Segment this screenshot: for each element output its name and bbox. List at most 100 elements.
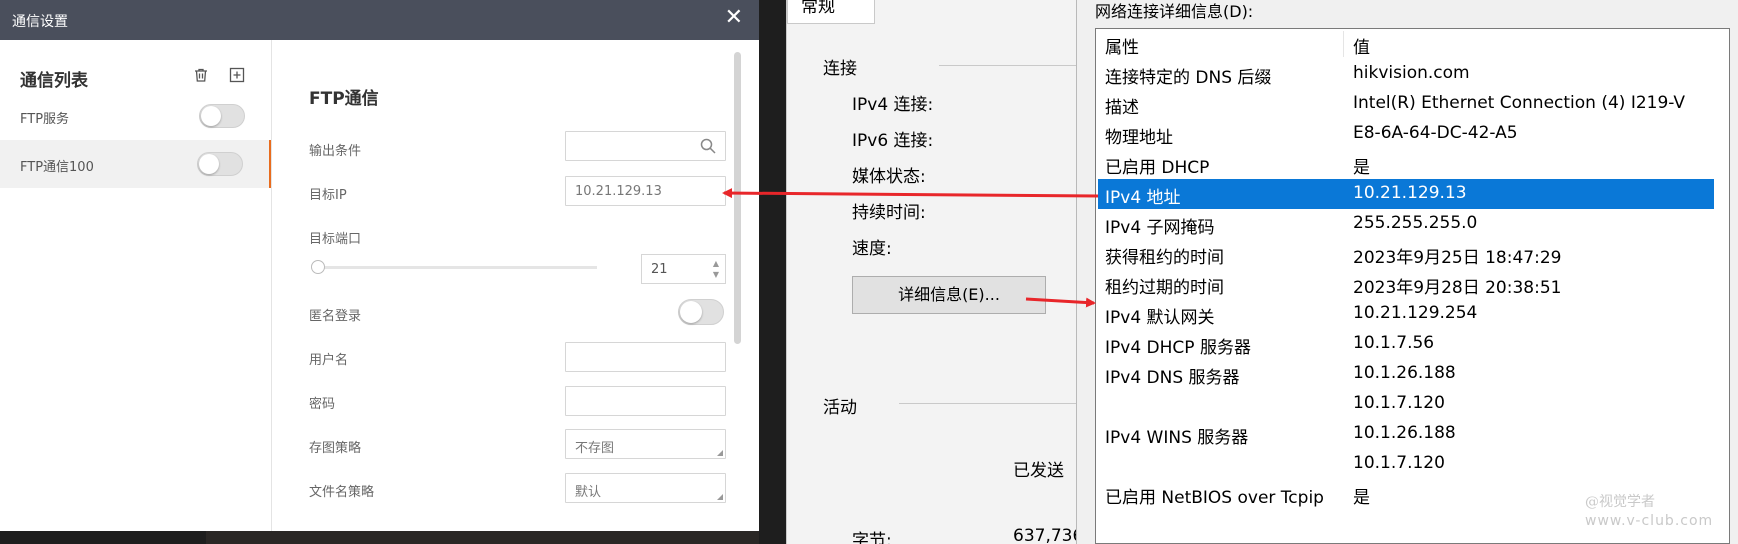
close-icon[interactable]: ✕	[725, 7, 743, 29]
details-row[interactable]: 描述 Intel(R) Ethernet Connection (4) I219-…	[1096, 89, 1729, 119]
sidebar-item-label: FTP服务	[20, 112, 70, 127]
stepper-up-icon[interactable]: ▲	[713, 259, 719, 268]
details-value: 是	[1353, 158, 1370, 178]
sidebar-item-ftp-service[interactable]: FTP服务	[0, 92, 271, 140]
details-list[interactable]: 属性 值 连接特定的 DNS 后缀 hikvision.com 描述 Intel(R)…	[1095, 28, 1730, 544]
ftp-settings-form: FTP通信 输出条件 目标IP 10.21.129.13 目标端口 21 ▲ ▼…	[273, 40, 759, 531]
network-status-panel: 常规 连接 IPv4 连接: IPv6 连接: 媒体状态: 持续时间: 速度: …	[786, 0, 1083, 544]
output-condition-search-input[interactable]	[565, 131, 726, 161]
list-header: 属性 值	[1096, 29, 1729, 59]
header-value[interactable]: 值	[1353, 33, 1370, 58]
details-row[interactable]: IPv4 子网掩码 255.255.255.0	[1096, 209, 1729, 239]
activity-group-label: 活动	[823, 398, 857, 418]
details-row[interactable]: IPv4 WINS 服务器 10.1.26.188	[1096, 419, 1729, 449]
image-policy-label: 存图策略	[309, 441, 362, 456]
details-value: 10.1.7.56	[1353, 333, 1435, 353]
username-label: 用户名	[309, 353, 349, 368]
filename-policy-select[interactable]: 默认	[565, 473, 726, 503]
details-property: 已启用 DHCP	[1105, 158, 1210, 178]
details-value: 10.21.129.13	[1353, 183, 1467, 203]
target-ip-input[interactable]: 10.21.129.13	[565, 176, 726, 206]
bytes-sent-value: 637,736	[1013, 526, 1084, 544]
dialog-titlebar: 通信设置 ✕	[0, 0, 759, 40]
details-value: 10.1.26.188	[1353, 363, 1456, 383]
target-port-stepper[interactable]: 21 ▲ ▼	[641, 254, 726, 284]
details-value: 是	[1353, 488, 1370, 508]
filename-policy-label: 文件名策略	[309, 485, 375, 500]
details-row[interactable]: 获得租约的时间 2023年9月25日 18:47:29	[1096, 239, 1729, 269]
watermark-site: www.v-club.com	[1585, 513, 1714, 529]
header-separator[interactable]	[1343, 31, 1344, 57]
details-property: 描述	[1105, 98, 1139, 118]
details-property: 已启用 NetBIOS over Tcpip	[1105, 488, 1324, 508]
details-property: IPv4 默认网关	[1105, 308, 1215, 328]
select-resize-icon	[717, 450, 723, 456]
target-ip-label: 目标IP	[309, 188, 347, 203]
dialog-title: 通信设置	[12, 14, 68, 30]
plus-square-icon[interactable]	[229, 67, 245, 83]
details-row[interactable]: 10.1.7.120	[1096, 389, 1729, 419]
details-property: 连接特定的 DNS 后缀	[1105, 68, 1272, 88]
details-row[interactable]: 物理地址 E8-6A-64-DC-42-A5	[1096, 119, 1729, 149]
ipv4-connection-label: IPv4 连接:	[852, 95, 934, 115]
form-title: FTP通信	[309, 89, 379, 109]
details-value: 2023年9月25日 18:47:29	[1353, 248, 1562, 268]
password-input[interactable]	[565, 386, 726, 416]
media-state-label: 媒体状态:	[852, 167, 926, 187]
sent-label: 已发送	[1013, 461, 1064, 481]
details-value: 255.255.255.0	[1353, 213, 1478, 233]
tab-general[interactable]: 常规	[787, 0, 875, 24]
details-value: 10.1.26.188	[1353, 423, 1456, 443]
details-property: 获得租约的时间	[1105, 248, 1224, 268]
trash-icon[interactable]	[193, 67, 209, 83]
bytes-label: 字节:	[852, 531, 892, 544]
details-button[interactable]: 详细信息(E)...	[852, 276, 1046, 314]
details-row[interactable]: 租约过期的时间 2023年9月28日 20:38:51	[1096, 269, 1729, 299]
details-value: E8-6A-64-DC-42-A5	[1353, 123, 1518, 143]
header-property[interactable]: 属性	[1105, 33, 1139, 58]
details-value: 10.1.7.120	[1353, 393, 1445, 413]
details-value: 10.21.129.254	[1353, 303, 1478, 323]
anonymous-login-label: 匿名登录	[309, 309, 362, 324]
details-property: IPv4 地址	[1105, 188, 1181, 208]
details-caption: 网络连接详细信息(D):	[1095, 2, 1254, 21]
details-value: Intel(R) Ethernet Connection (4) I219-V	[1353, 93, 1686, 113]
form-scrollbar[interactable]	[734, 52, 741, 344]
watermark-author: @视觉学者	[1585, 494, 1655, 510]
anonymous-login-toggle[interactable]	[678, 299, 724, 325]
details-row[interactable]: IPv4 地址 10.21.129.13	[1098, 179, 1714, 209]
group-divider	[899, 403, 1077, 404]
details-property: IPv4 WINS 服务器	[1105, 428, 1249, 448]
ftp-comm-100-toggle[interactable]	[197, 152, 243, 176]
details-row[interactable]: 10.1.7.120	[1096, 449, 1729, 479]
details-row[interactable]: IPv4 默认网关 10.21.129.254	[1096, 299, 1729, 329]
details-value: hikvision.com	[1353, 63, 1470, 83]
target-port-slider-track[interactable]	[319, 266, 597, 269]
stepper-down-icon[interactable]: ▼	[713, 270, 719, 279]
group-divider	[939, 65, 1077, 66]
image-policy-select[interactable]: 不存图	[565, 429, 726, 459]
details-value: 2023年9月28日 20:38:51	[1353, 278, 1562, 298]
details-row[interactable]: IPv4 DHCP 服务器 10.1.7.56	[1096, 329, 1729, 359]
details-row[interactable]: IPv4 DNS 服务器 10.1.26.188	[1096, 359, 1729, 389]
details-property: 租约过期的时间	[1105, 278, 1224, 298]
output-condition-label: 输出条件	[309, 144, 362, 159]
ftp-service-toggle[interactable]	[199, 104, 245, 128]
details-property: IPv4 子网掩码	[1105, 218, 1215, 238]
communication-settings-dialog: 通信设置 ✕ 通信列表 FTP服务 FTP通信100 FTP通信 输出条件 目标…	[0, 0, 759, 531]
select-resize-icon	[717, 494, 723, 500]
target-port-slider-handle[interactable]	[311, 260, 325, 274]
search-icon[interactable]	[700, 138, 716, 154]
username-input[interactable]	[565, 342, 726, 372]
details-row[interactable]: 已启用 DHCP 是	[1096, 149, 1729, 179]
details-row[interactable]: 连接特定的 DNS 后缀 hikvision.com	[1096, 59, 1729, 89]
sidebar-item-ftp-comm-100[interactable]: FTP通信100	[0, 140, 271, 188]
communication-list-sidebar: 通信列表 FTP服务 FTP通信100	[0, 40, 272, 531]
details-property: IPv4 DHCP 服务器	[1105, 338, 1251, 358]
target-port-label: 目标端口	[309, 232, 362, 247]
details-property: 物理地址	[1105, 128, 1173, 148]
communication-list-title: 通信列表	[20, 71, 88, 91]
connection-group-label: 连接	[823, 59, 857, 79]
password-label: 密码	[309, 397, 336, 412]
duration-label: 持续时间:	[852, 203, 926, 223]
